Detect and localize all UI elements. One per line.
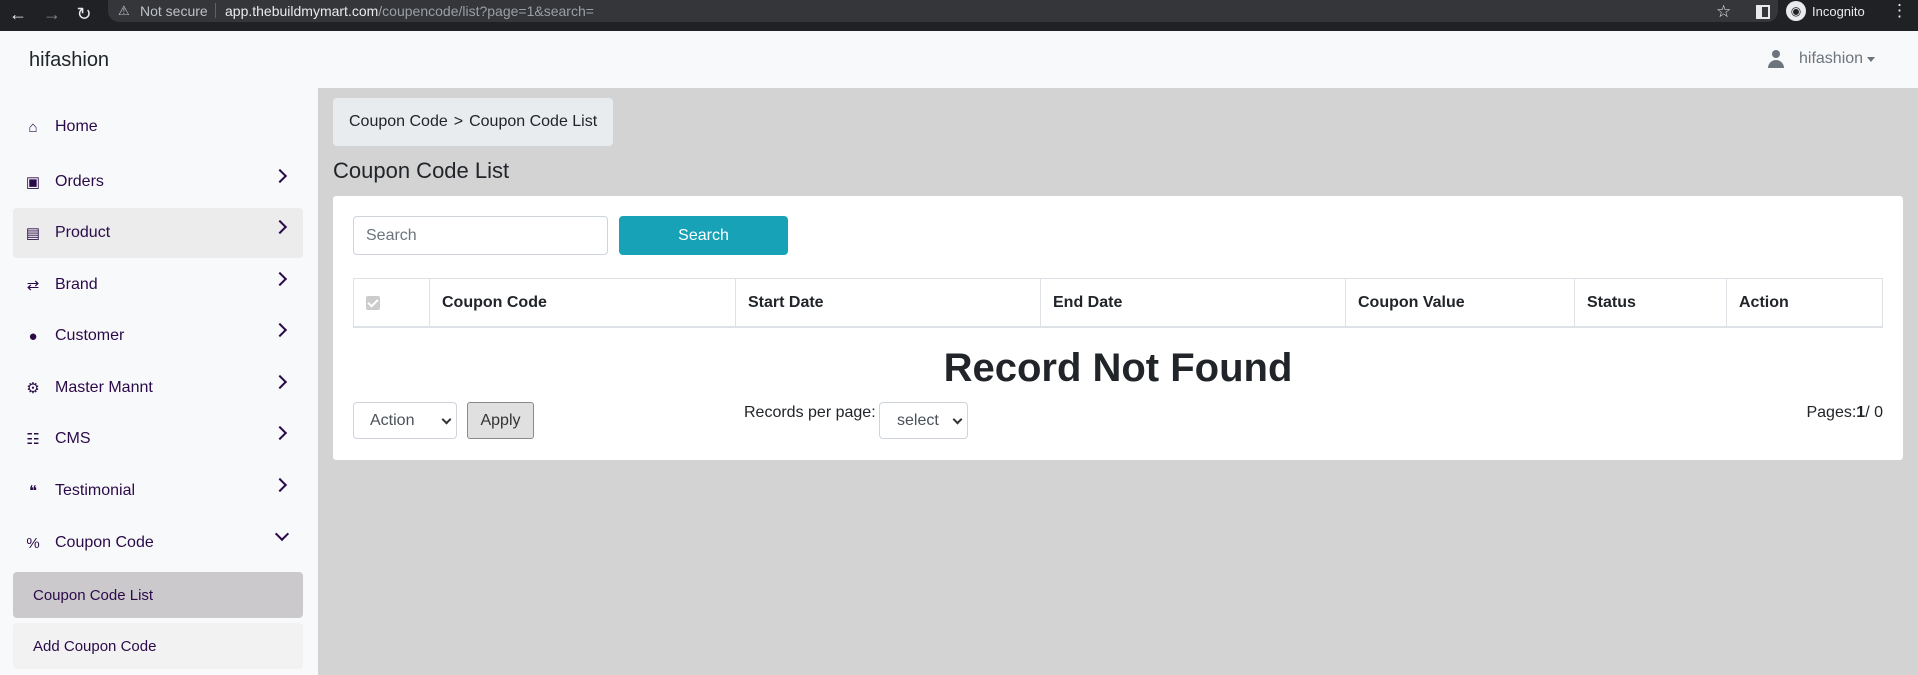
content-card: Search Coupon Code Start Date End Date C… [333,196,1903,460]
records-per-page-value: select [897,411,939,429]
sidebar-item-brand[interactable]: ⇄ Brand [13,260,303,310]
sidebar-item-label: Home [55,118,98,135]
bulk-action-value: Action [370,411,415,429]
sidebar-item-home[interactable]: ⌂ Home [13,102,303,152]
sidebar-item-label: Brand [55,276,98,293]
user-menu[interactable]: hifashion [1767,50,1876,68]
chevron-right-icon [272,477,288,493]
sidebar-subitem-label: Add Coupon Code [33,637,157,655]
chevron-down-icon [952,414,963,425]
user-cog-icon: ⚙ [26,380,40,397]
records-per-page-select[interactable]: select [879,402,968,439]
column-header: End Date [1041,279,1346,326]
sidebar: ⌂ Home ▣ Orders ▤ Product ⇄ Brand ● Cust… [0,88,318,675]
address-bar[interactable]: ⚠ Not secure app.thebuildmymart.com/coup… [108,0,1778,22]
browser-toolbar: ← → ↻ ⚠ Not secure app.thebuildmymart.co… [0,0,1918,31]
records-per-page-label: Records per page: [744,404,876,421]
reload-icon[interactable]: ↻ [72,3,96,27]
pages-total: / 0 [1865,404,1883,421]
chevron-right-icon [272,168,288,184]
sidebar-item-cms[interactable]: ☷ CMS [13,414,303,464]
sidebar-item-orders[interactable]: ▣ Orders [13,157,303,207]
breadcrumb-current: Coupon Code List [469,113,598,130]
browser-menu-icon[interactable]: ⋮ [1891,1,1908,21]
sidebar-subitem-add-coupon-code[interactable]: Add Coupon Code [13,623,303,669]
search-button[interactable]: Search [619,216,788,255]
user-icon [1767,50,1785,68]
pages-current: 1 [1856,404,1866,421]
bag-icon: ▣ [25,174,41,191]
warning-icon: ⚠ [118,3,130,18]
back-icon[interactable]: ← [6,3,30,27]
sidebar-subitem-coupon-code-list[interactable]: Coupon Code List [13,572,303,618]
sidebar-item-testimonial[interactable]: ❝ Testimonial [13,466,303,516]
column-header: Coupon Code [430,279,736,326]
column-header: Action [1739,293,1789,311]
column-header: Coupon Value [1346,279,1575,326]
column-header: Status [1575,279,1727,326]
sidebar-item-label: CMS [55,430,91,447]
chevron-down-icon [274,526,290,542]
url-domain: app.thebuildmymart.com [225,3,379,19]
quote-icon: ❝ [28,483,38,500]
chevron-right-icon [272,425,288,441]
incognito-label: Incognito [1812,3,1865,19]
chevron-down-icon [441,414,452,425]
breadcrumb-separator: > [453,113,464,130]
user-name: hifashion [1799,50,1864,67]
table-header: Coupon Code Start Date End Date Coupon V… [353,278,1883,328]
pagination-info: Pages:1/ 0 [1806,404,1883,422]
sidebar-subitem-label: Coupon Code List [33,586,154,604]
select-all-checkbox[interactable] [366,295,380,310]
page-title: Coupon Code List [333,158,510,183]
side-panel-icon[interactable] [1756,5,1770,19]
sidebar-item-label: Customer [55,327,125,344]
sidebar-item-label: Product [55,224,111,241]
user-icon: ● [28,327,38,345]
pages-label: Pages: [1806,404,1857,421]
sidebar-item-product[interactable]: ▤ Product [13,208,303,258]
security-label: Not secure [140,3,208,19]
sidebar-item-master-mannt[interactable]: ⚙ Master Mannt [13,363,303,413]
shuffle-icon: ⇄ [26,277,40,294]
caret-down-icon [1867,56,1876,62]
percent-icon: % [26,534,40,552]
chevron-right-icon [272,322,288,338]
brand-name[interactable]: hifashion [29,49,109,72]
column-header: Start Date [736,279,1041,326]
sidebar-item-label: Master Mannt [55,379,153,396]
divider [215,3,216,18]
chevron-right-icon [272,219,288,235]
sidebar-item-label: Testimonial [55,482,136,499]
sidebar-item-label: Coupon Code [55,534,154,551]
chevron-right-icon [272,374,288,390]
sidebar-item-customer[interactable]: ● Customer [13,311,303,361]
bulk-action-select[interactable]: Action [353,402,457,439]
forward-icon[interactable]: → [40,3,64,27]
sidebar-item-label: Orders [55,173,104,190]
apply-button[interactable]: Apply [467,402,534,439]
incognito-badge[interactable]: ◉ Incognito [1786,0,1865,22]
breadcrumb-parent[interactable]: Coupon Code [349,113,448,131]
chevron-right-icon [272,271,288,287]
url-path: /coupencode/list?page=1&search= [378,3,594,19]
url-text[interactable]: app.thebuildmymart.com/coupencode/list?p… [225,3,594,19]
incognito-icon: ◉ [1786,1,1806,21]
empty-message: Record Not Found [943,346,1293,390]
home-icon: ⌂ [28,118,38,136]
breadcrumb: Coupon Code > Coupon Code List [333,98,614,146]
search-input[interactable] [353,216,608,255]
sidebar-item-coupon-code[interactable]: % Coupon Code [13,518,303,568]
bookmark-star-icon[interactable]: ☆ [1716,2,1731,22]
file-icon: ☷ [26,431,40,448]
select-all-cell [354,279,430,326]
archive-icon: ▤ [25,225,41,242]
app-navbar: hifashion hifashion [0,31,1918,88]
